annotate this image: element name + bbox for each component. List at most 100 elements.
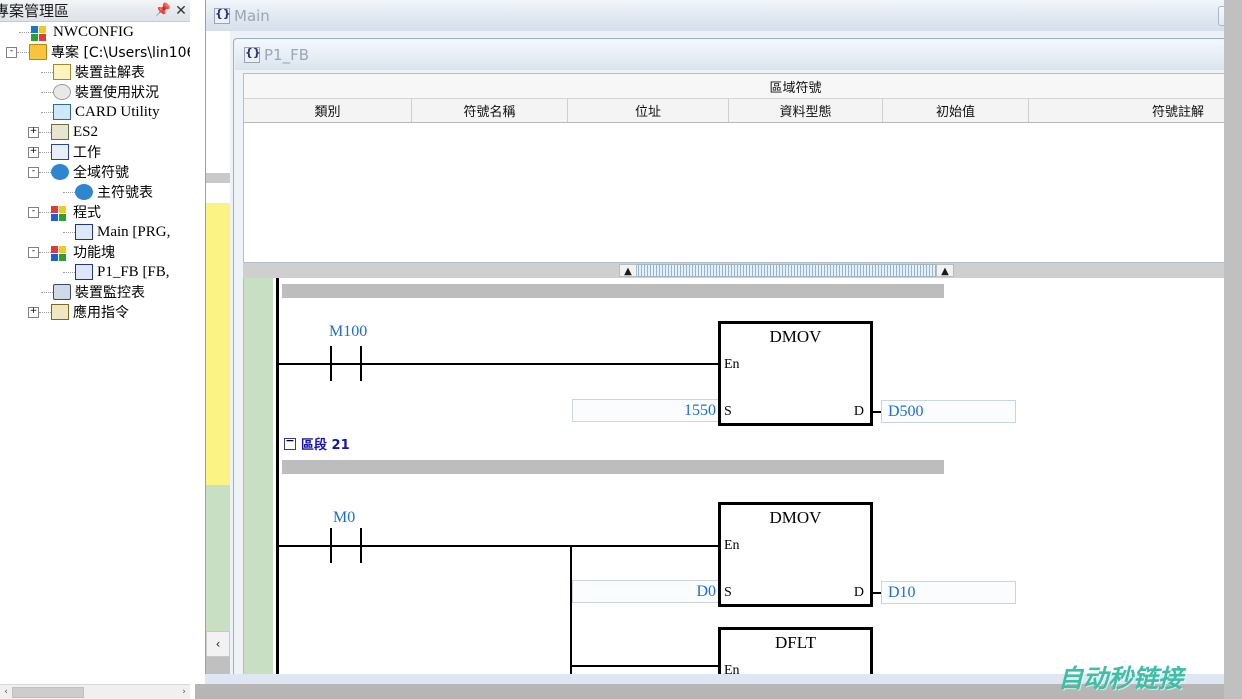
tree-item-label: NWCONFIG — [50, 24, 134, 41]
contact-bar-right-m100 — [360, 346, 362, 381]
main-symbol-table-icon — [75, 184, 93, 200]
tree-item-label: 專案 [C:\Users\lin1066 — [48, 42, 190, 62]
project-tree-title: 專案管理區 — [0, 0, 69, 21]
operand-source-d0[interactable]: D0 — [572, 580, 722, 603]
global-symbol-icon — [51, 164, 69, 180]
tree-connector — [41, 72, 53, 73]
network-21-label[interactable]: 區段 21 — [284, 434, 350, 453]
symbol-column-header-0[interactable]: 類別 — [244, 99, 412, 122]
symbol-table-body[interactable] — [244, 123, 1242, 262]
applied-instruction-icon — [51, 304, 69, 320]
symbol-ladder-splitter[interactable]: ▲ ▲ — [243, 263, 1242, 278]
tree-connector — [39, 152, 51, 153]
tree-item-11[interactable]: 功能塊 — [0, 242, 190, 262]
collapse-icon[interactable] — [28, 207, 39, 218]
tree-horizontal-scrollbar[interactable]: ‹ › — [0, 684, 190, 699]
close-icon[interactable]: ✕ — [172, 3, 190, 19]
device-monitor-icon — [53, 284, 71, 300]
tree-item-10[interactable]: Main [PRG, — [0, 222, 190, 242]
network-21-label-text: 區段 21 — [301, 434, 350, 453]
tree-item-7[interactable]: 全域符號 — [0, 162, 190, 182]
tree-connector — [39, 312, 51, 313]
pin-s: S — [724, 404, 732, 420]
symbol-column-header-1[interactable]: 符號名稱 — [412, 99, 568, 122]
splitter-collapse-right-arrow[interactable]: ▲ — [936, 264, 954, 277]
symbol-table-caption: 區域符號 — [244, 74, 1242, 99]
tree-item-0[interactable]: NWCONFIG — [0, 22, 190, 42]
main-window-title: Main — [230, 7, 270, 25]
expand-icon[interactable] — [28, 127, 39, 138]
function-block-dmov-1[interactable]: DMOV En S D — [718, 321, 873, 426]
tree-item-label: 主符號表 — [94, 182, 153, 202]
operand-dest-d500[interactable]: D500 — [881, 400, 1016, 423]
tree-item-label: 程式 — [70, 202, 101, 222]
pin-s: S — [724, 585, 732, 601]
local-symbol-table: 區域符號 類別 符號名稱位址 資料型態 初始值 符號註解 — [243, 73, 1242, 263]
ladder-left-power-rail — [276, 278, 279, 691]
collapse-toggle-icon[interactable] — [284, 438, 296, 450]
tree-item-label: 應用指令 — [70, 302, 129, 322]
main-window-titlebar[interactable]: Main ✕ — [206, 0, 1242, 31]
operand-source-1550[interactable]: 1550 — [572, 399, 722, 422]
collapse-icon[interactable] — [28, 247, 39, 258]
expand-icon[interactable] — [28, 307, 39, 318]
tree-item-label: P1_FB [FB, — [94, 264, 170, 281]
tree-scroll-left-arrow[interactable]: ‹ — [0, 686, 12, 699]
pin-icon[interactable]: 📌 — [154, 3, 172, 18]
tree-item-3[interactable]: 裝置使用狀況 — [0, 82, 190, 102]
collapse-icon[interactable] — [6, 47, 17, 58]
operand-dest-d10[interactable]: D10 — [881, 581, 1016, 604]
symbol-column-header-3[interactable]: 資料型態 — [729, 99, 883, 122]
project-tree-list[interactable]: NWCONFIG專案 [C:\Users\lin1066裝置註解表裝置使用狀況 C… — [0, 22, 190, 677]
tree-item-label: 工作 — [70, 142, 101, 162]
tree-item-6[interactable]: 工作 — [0, 142, 190, 162]
tree-connector — [39, 212, 51, 213]
tree-item-4[interactable]: CARD Utility — [0, 102, 190, 122]
project-tree-titlebar: 專案管理區 📌 ✕ — [0, 0, 190, 22]
ladder-editor-canvas[interactable]: M100 1550 DMOV En S D D500 區段 21 — [243, 278, 1242, 691]
p1fb-child-window: P1_FB 區域符號 類別 符號名稱位址 資料型態 初始值 符號註解 ▲ ▲ — [233, 38, 1242, 699]
function-block-icon — [51, 244, 69, 260]
collapse-icon[interactable] — [28, 167, 39, 178]
expand-icon[interactable] — [28, 147, 39, 158]
symbol-column-header-5[interactable]: 符號註解 — [1029, 99, 1242, 122]
tree-item-1[interactable]: 專案 [C:\Users\lin1066 — [0, 42, 190, 62]
device-usage-icon — [53, 84, 71, 100]
symbol-column-header-label: 符號註解 — [1152, 101, 1204, 120]
p1fb-window-title: P1_FB — [260, 46, 309, 64]
tree-connector — [41, 112, 53, 113]
tree-item-8[interactable]: 主符號表 — [0, 182, 190, 202]
p1fb-titlebar[interactable]: P1_FB — [235, 40, 1242, 70]
pin-en: En — [724, 538, 740, 554]
symbol-column-header-label: 資料型態 — [779, 101, 831, 120]
tree-item-label: 全域符號 — [70, 162, 129, 182]
strip-divider — [206, 173, 230, 183]
tree-scroll-right-arrow[interactable]: › — [178, 686, 190, 699]
project-folder-icon — [29, 44, 47, 60]
splitter-collapse-left-arrow[interactable]: ▲ — [619, 264, 637, 277]
splitter-track[interactable] — [619, 264, 954, 277]
symbol-column-header-label: 類別 — [314, 101, 340, 120]
tree-item-label: Main [PRG, — [94, 224, 170, 241]
symbol-column-header-2[interactable]: 位址 — [568, 99, 729, 122]
tree-item-5[interactable]: ES2 — [0, 122, 190, 142]
right-gutter — [1224, 0, 1242, 699]
rung-wire-1 — [276, 363, 724, 365]
tree-item-label: CARD Utility — [72, 104, 160, 121]
tree-item-9[interactable]: 程式 — [0, 202, 190, 222]
tree-item-13[interactable]: 裝置監控表 — [0, 282, 190, 302]
branch-vertical-wire — [570, 545, 572, 691]
device-comment-icon — [53, 64, 71, 80]
tree-item-2[interactable]: 裝置註解表 — [0, 62, 190, 82]
strip-scroll-arrow[interactable]: ‹ — [206, 631, 230, 657]
symbol-table-header-row[interactable]: 類別 符號名稱位址 資料型態 初始值 符號註解 — [244, 99, 1242, 123]
tree-item-12[interactable]: P1_FB [FB, — [0, 262, 190, 282]
tree-item-label: 裝置註解表 — [72, 62, 145, 82]
project-tree-panel: 專案管理區 📌 ✕ NWCONFIG專案 [C:\Users\lin1066裝置… — [0, 0, 196, 699]
tree-scroll-thumb[interactable] — [12, 687, 84, 698]
contact-label-m100: M100 — [329, 323, 367, 341]
function-block-dmov-2[interactable]: DMOV En S D — [718, 502, 873, 607]
tree-item-14[interactable]: 應用指令 — [0, 302, 190, 322]
symbol-column-header-4[interactable]: 初始值 — [883, 99, 1029, 122]
mdi-client-strip-column: ‹ — [206, 31, 230, 699]
